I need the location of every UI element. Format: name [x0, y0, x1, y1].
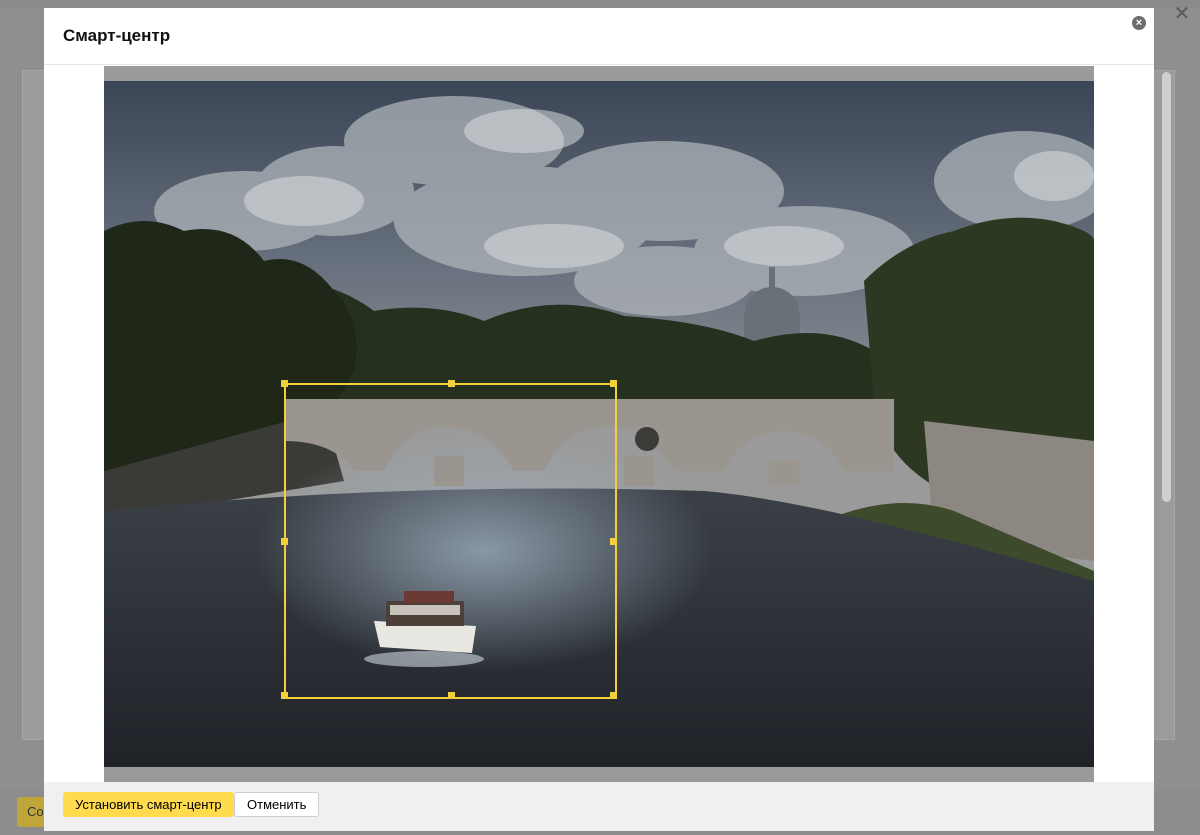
- modal-title: Смарт-центр: [63, 26, 171, 45]
- crop-selection[interactable]: [281, 380, 617, 699]
- crop-handle-left[interactable]: [281, 538, 288, 545]
- image-canvas: [104, 66, 1094, 782]
- background-topbar: [0, 0, 1200, 8]
- crop-handle-right[interactable]: [610, 538, 617, 545]
- crop-handle-top-right[interactable]: [610, 380, 617, 387]
- smart-center-modal: Смарт-центр × Установить смарт-центр Отм…: [44, 8, 1154, 831]
- crop-handle-bottom[interactable]: [448, 692, 455, 699]
- background-scrollbar[interactable]: [1162, 72, 1171, 502]
- modal-header: Смарт-центр ×: [44, 8, 1154, 65]
- close-circle-icon[interactable]: ×: [1132, 16, 1146, 30]
- close-icon[interactable]: ✕: [1172, 4, 1192, 24]
- set-smart-center-button[interactable]: Установить смарт-центр: [63, 792, 234, 817]
- crop-handle-bottom-left[interactable]: [281, 692, 288, 699]
- cancel-button[interactable]: Отменить: [234, 792, 320, 817]
- modal-footer: Установить смарт-центр Отменить: [44, 782, 1154, 831]
- crop-handle-top-left[interactable]: [281, 380, 288, 387]
- crop-handle-bottom-right[interactable]: [610, 692, 617, 699]
- crop-handle-top[interactable]: [448, 380, 455, 387]
